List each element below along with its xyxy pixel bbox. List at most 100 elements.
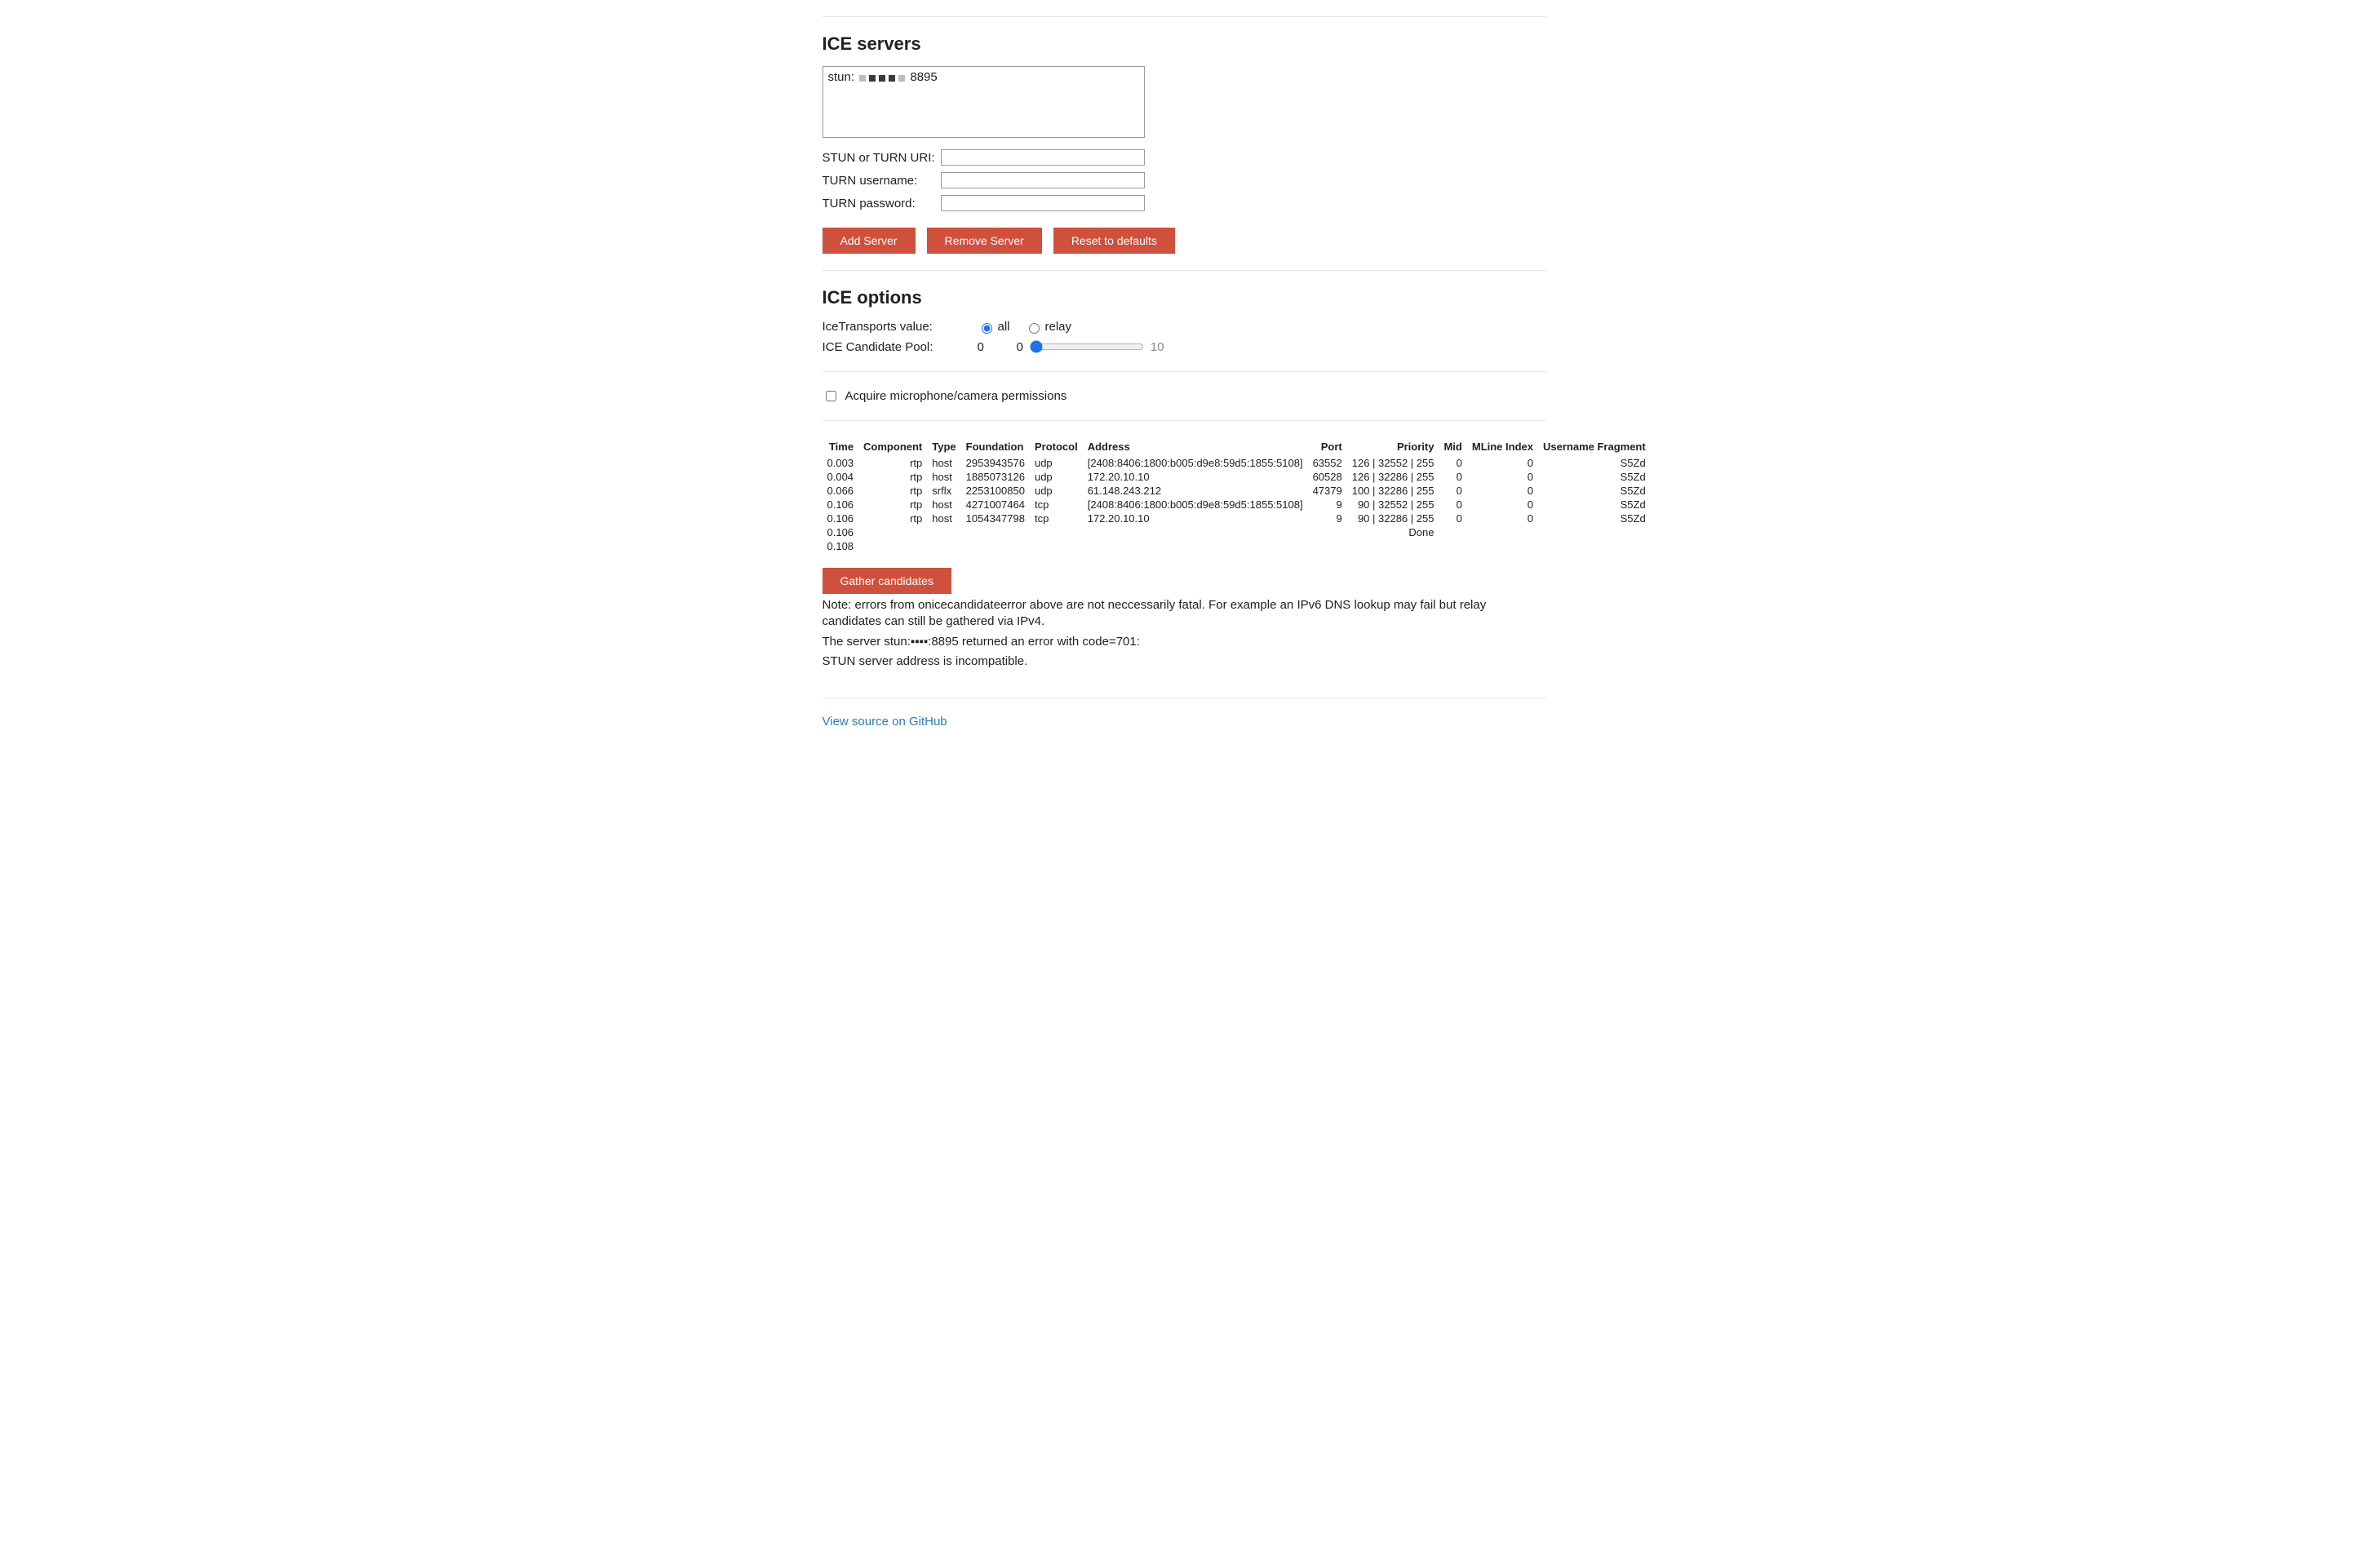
cell-component: rtp (858, 456, 927, 470)
radio-relay-label[interactable]: relay (1025, 320, 1072, 334)
add-server-button[interactable]: Add Server (823, 228, 916, 254)
table-row: 0.106rtphost1054347798tcp172.20.10.10990… (823, 512, 1651, 525)
turn-username-label: TURN username: (823, 174, 941, 188)
cell-mline (1467, 525, 1538, 539)
radio-all-text: all (998, 320, 1010, 334)
cell-address: 172.20.10.10 (1083, 512, 1308, 525)
gather-error-line2: STUN server address is incompatible. (823, 653, 1546, 670)
cell-address: 172.20.10.10 (1083, 470, 1308, 484)
cell-ufrag: S5Zd (1538, 470, 1651, 484)
ice-pool-slider[interactable] (1030, 340, 1144, 353)
cell-protocol (1030, 525, 1083, 539)
cell-mline: 0 (1467, 498, 1538, 512)
cell-time: 0.106 (823, 512, 859, 525)
radio-all-label[interactable]: all (978, 320, 1010, 334)
cell-foundation: 1885073126 (961, 470, 1030, 484)
ice-pool-label: ICE Candidate Pool: (823, 340, 978, 354)
cell-address: [2408:8406:1800:b005:d9e8:59d5:1855:5108… (1083, 456, 1308, 470)
cell-foundation: 4271007464 (961, 498, 1030, 512)
table-row: 0.108 (823, 539, 1651, 553)
cell-component: rtp (858, 498, 927, 512)
acquire-permissions-checkbox[interactable] (826, 391, 836, 401)
cell-ufrag (1538, 539, 1651, 553)
ice-server-entry-text: stun: (828, 70, 855, 84)
cell-time: 0.004 (823, 470, 859, 484)
cell-ufrag: S5Zd (1538, 512, 1651, 525)
cell-mid: 0 (1439, 470, 1466, 484)
cell-mline: 0 (1467, 512, 1538, 525)
cell-mid (1439, 539, 1466, 553)
cell-mline: 0 (1467, 470, 1538, 484)
cell-foundation: 2953943576 (961, 456, 1030, 470)
cell-priority: 90 | 32286 | 255 (1347, 512, 1439, 525)
cell-priority: 126 | 32286 | 255 (1347, 470, 1439, 484)
gather-candidates-button[interactable]: Gather candidates (823, 568, 951, 594)
cell-protocol: tcp (1030, 512, 1083, 525)
cell-mid: 0 (1439, 512, 1466, 525)
cell-type: srflx (927, 484, 960, 498)
th-address: Address (1083, 437, 1308, 456)
remove-server-button[interactable]: Remove Server (927, 228, 1042, 254)
cell-port (1308, 539, 1347, 553)
cell-ufrag: S5Zd (1538, 456, 1651, 470)
cell-type: host (927, 456, 960, 470)
cell-time: 0.106 (823, 498, 859, 512)
cell-port (1308, 525, 1347, 539)
ice-servers-listbox[interactable]: stun: 8895 (823, 66, 1145, 138)
cell-priority: Done (1347, 525, 1439, 539)
cell-mid: 0 (1439, 484, 1466, 498)
cell-priority: 90 | 32552 | 255 (1347, 498, 1439, 512)
cell-type (927, 525, 960, 539)
ice-pool-current: 0 (978, 340, 1017, 354)
reset-defaults-button[interactable]: Reset to defaults (1053, 228, 1175, 254)
th-component: Component (858, 437, 927, 456)
cell-type: host (927, 470, 960, 484)
github-link[interactable]: View source on GitHub (823, 715, 947, 729)
cell-time: 0.108 (823, 539, 859, 553)
uri-input[interactable] (941, 149, 1145, 166)
uri-label: STUN or TURN URI: (823, 151, 941, 165)
radio-all[interactable] (982, 323, 992, 334)
cell-protocol: udp (1030, 470, 1083, 484)
cell-ufrag: S5Zd (1538, 484, 1651, 498)
cell-component: rtp (858, 512, 927, 525)
cell-protocol: tcp (1030, 498, 1083, 512)
th-mid: Mid (1439, 437, 1466, 456)
cell-protocol: udp (1030, 456, 1083, 470)
ice-server-entry[interactable]: stun: 8895 (828, 70, 1139, 85)
th-mline: MLine Index (1467, 437, 1538, 456)
ice-pool-max: 10 (1151, 340, 1164, 354)
cell-component: rtp (858, 470, 927, 484)
th-foundation: Foundation (961, 437, 1030, 456)
radio-relay[interactable] (1029, 323, 1040, 334)
ice-pool-min: 0 (1017, 340, 1023, 354)
gather-note: Note: errors from onicecandidateerror ab… (823, 597, 1546, 631)
cell-ufrag: S5Zd (1538, 498, 1651, 512)
cell-time: 0.003 (823, 456, 859, 470)
candidates-table: Time Component Type Foundation Protocol … (823, 437, 1651, 553)
cell-ufrag (1538, 525, 1651, 539)
th-port: Port (1308, 437, 1347, 456)
cell-port: 60528 (1308, 470, 1347, 484)
turn-password-label: TURN password: (823, 197, 941, 210)
turn-password-input[interactable] (941, 195, 1145, 211)
cell-address: 61.148.243.212 (1083, 484, 1308, 498)
cell-component (858, 539, 927, 553)
cell-type (927, 539, 960, 553)
cell-mid: 0 (1439, 456, 1466, 470)
cell-address (1083, 525, 1308, 539)
cell-priority: 126 | 32552 | 255 (1347, 456, 1439, 470)
cell-time: 0.066 (823, 484, 859, 498)
table-row: 0.003rtphost2953943576udp[2408:8406:1800… (823, 456, 1651, 470)
ice-transports-label: IceTransports value: (823, 320, 978, 334)
cell-foundation (961, 525, 1030, 539)
acquire-permissions-label: Acquire microphone/camera permissions (845, 389, 1067, 403)
cell-port: 47379 (1308, 484, 1347, 498)
cell-component: rtp (858, 484, 927, 498)
turn-username-input[interactable] (941, 172, 1145, 188)
th-time: Time (823, 437, 859, 456)
ice-servers-heading: ICE servers (823, 33, 1546, 55)
cell-protocol (1030, 539, 1083, 553)
th-ufrag: Username Fragment (1538, 437, 1651, 456)
th-type: Type (927, 437, 960, 456)
